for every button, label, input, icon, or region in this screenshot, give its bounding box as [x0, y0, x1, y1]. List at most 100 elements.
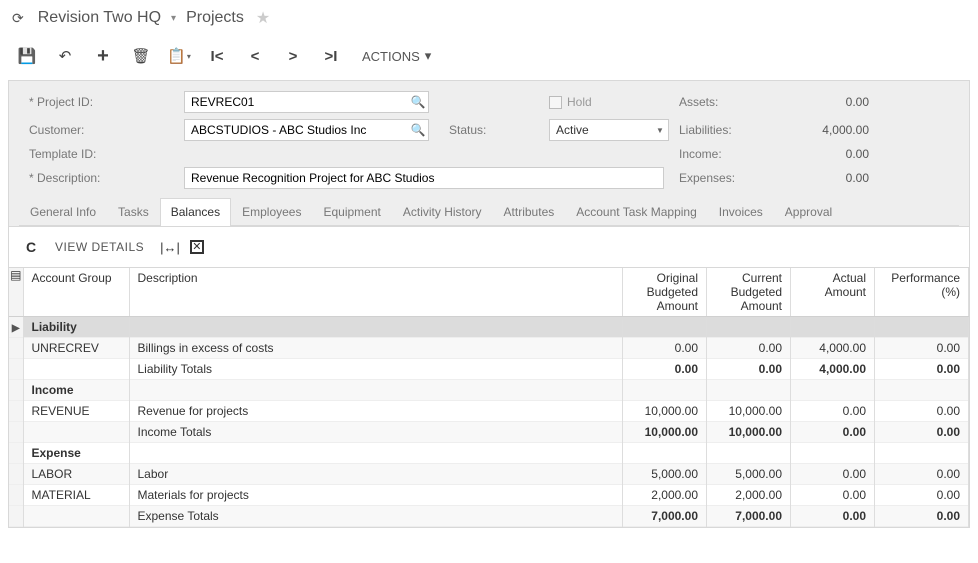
delete-button[interactable]: 🗑	[126, 42, 156, 70]
row-selector-cell[interactable]	[9, 422, 23, 443]
row-selector-cell[interactable]	[9, 380, 23, 401]
cell-num: 0.00	[875, 338, 969, 359]
table-row[interactable]: Expense	[9, 443, 969, 464]
add-button[interactable]: +	[88, 42, 118, 70]
cell-num	[707, 380, 791, 401]
cell-num: 4,000.00	[791, 359, 875, 380]
first-record-button[interactable]: I<	[202, 42, 232, 70]
table-row[interactable]: MATERIALMaterials for projects2,000.002,…	[9, 485, 969, 506]
tab-employees[interactable]: Employees	[231, 198, 312, 226]
table-row[interactable]: ▶Liability	[9, 317, 969, 338]
tab-account-task-mapping[interactable]: Account Task Mapping	[565, 198, 708, 226]
project-id-input[interactable]	[185, 93, 408, 111]
lookup-icon[interactable]: 🔍	[408, 95, 428, 109]
refresh-icon[interactable]: ⟳	[12, 10, 24, 27]
next-record-button[interactable]: >	[278, 42, 308, 70]
hold-label: Hold	[567, 95, 592, 109]
balances-grid: ▤ Account Group Description Original Bud…	[8, 268, 970, 528]
description-field-wrap[interactable]	[184, 167, 664, 189]
tab-equipment[interactable]: Equipment	[312, 198, 391, 226]
row-selector-cell[interactable]	[9, 464, 23, 485]
lookup-icon[interactable]: 🔍	[408, 123, 428, 137]
breadcrumb: ⟳ Revision Two HQ ▾ Projects ★	[0, 0, 978, 36]
prev-record-button[interactable]: <	[240, 42, 270, 70]
fit-columns-icon[interactable]: |↔|	[160, 240, 180, 255]
cell-account-group: Liability	[23, 317, 129, 338]
row-selector-cell[interactable]: ▶	[9, 317, 23, 338]
assets-value: 0.00	[846, 95, 869, 109]
status-select[interactable]: Active ▼	[549, 119, 669, 141]
col-account-group[interactable]: Account Group	[23, 268, 129, 317]
col-description[interactable]: Description	[129, 268, 623, 317]
cell-num: 0.00	[875, 464, 969, 485]
col-actual-amount[interactable]: Actual Amount	[791, 268, 875, 317]
cell-num	[791, 317, 875, 338]
tab-tasks[interactable]: Tasks	[107, 198, 160, 226]
cell-account-group: LABOR	[23, 464, 129, 485]
cell-description: Expense Totals	[129, 506, 623, 527]
project-id-field-wrap[interactable]: 🔍	[184, 91, 429, 113]
breadcrumb-company[interactable]: Revision Two HQ	[38, 9, 161, 27]
cell-account-group	[23, 506, 129, 527]
table-row[interactable]: UNRECREVBillings in excess of costs0.000…	[9, 338, 969, 359]
chevron-down-icon[interactable]: ▼	[652, 126, 668, 135]
form-panel: Project ID: 🔍 Hold Assets: 0.00 Customer…	[8, 80, 970, 227]
actions-label: ACTIONS	[362, 49, 420, 64]
table-row[interactable]: Income Totals10,000.0010,000.000.000.00	[9, 422, 969, 443]
table-row[interactable]: Liability Totals0.000.004,000.000.00	[9, 359, 969, 380]
row-selector-header[interactable]: ▤	[9, 268, 23, 317]
undo-button[interactable]: ↶	[50, 42, 80, 70]
cell-description: Income Totals	[129, 422, 623, 443]
table-row[interactable]: REVENUERevenue for projects10,000.0010,0…	[9, 401, 969, 422]
cell-description: Labor	[129, 464, 623, 485]
breadcrumb-page[interactable]: Projects	[186, 9, 244, 27]
tab-general-info[interactable]: General Info	[19, 198, 107, 226]
cell-num: 5,000.00	[707, 464, 791, 485]
row-selector-cell[interactable]	[9, 506, 23, 527]
export-button[interactable]: ✕	[190, 240, 204, 254]
cell-num	[707, 443, 791, 464]
hold-checkbox[interactable]	[549, 96, 562, 109]
cell-num	[623, 380, 707, 401]
cell-num: 0.00	[707, 359, 791, 380]
customer-input[interactable]	[185, 121, 408, 139]
table-row[interactable]: Income	[9, 380, 969, 401]
col-performance[interactable]: Performance (%)	[875, 268, 969, 317]
star-icon[interactable]: ★	[256, 8, 270, 28]
cell-num: 0.00	[875, 506, 969, 527]
status-value: Active	[550, 121, 652, 139]
liabilities-label: Liabilities:	[679, 123, 732, 137]
clipboard-button[interactable]: 📋▾	[164, 42, 194, 70]
last-record-button[interactable]: >I	[316, 42, 346, 70]
tab-balances[interactable]: Balances	[160, 198, 231, 226]
row-selector-cell[interactable]	[9, 338, 23, 359]
tab-invoices[interactable]: Invoices	[708, 198, 774, 226]
col-original-budgeted[interactable]: Original Budgeted Amount	[623, 268, 707, 317]
grid-refresh-button[interactable]: C	[19, 235, 43, 259]
row-selector-cell[interactable]	[9, 401, 23, 422]
table-row[interactable]: LABORLabor5,000.005,000.000.000.00	[9, 464, 969, 485]
cell-account-group: REVENUE	[23, 401, 129, 422]
col-current-budgeted[interactable]: Current Budgeted Amount	[707, 268, 791, 317]
row-selector-cell[interactable]	[9, 443, 23, 464]
actions-menu[interactable]: ACTIONS ▾	[354, 43, 439, 69]
tab-approval[interactable]: Approval	[774, 198, 843, 226]
row-selector-cell[interactable]	[9, 359, 23, 380]
customer-field-wrap[interactable]: 🔍	[184, 119, 429, 141]
cell-account-group: UNRECREV	[23, 338, 129, 359]
tab-activity-history[interactable]: Activity History	[392, 198, 493, 226]
cell-num: 10,000.00	[707, 422, 791, 443]
cell-num: 0.00	[875, 422, 969, 443]
status-label: Status:	[439, 123, 486, 137]
save-button: 💾	[12, 42, 42, 70]
view-details-button[interactable]: VIEW DETAILS	[49, 240, 150, 254]
template-label: Template ID:	[19, 147, 96, 161]
cell-account-group: MATERIAL	[23, 485, 129, 506]
income-value: 0.00	[846, 147, 869, 161]
cell-num: 0.00	[875, 401, 969, 422]
cell-num: 2,000.00	[623, 485, 707, 506]
row-selector-cell[interactable]	[9, 485, 23, 506]
tab-attributes[interactable]: Attributes	[493, 198, 566, 226]
table-row[interactable]: Expense Totals7,000.007,000.000.000.00	[9, 506, 969, 527]
description-input[interactable]	[185, 169, 663, 187]
